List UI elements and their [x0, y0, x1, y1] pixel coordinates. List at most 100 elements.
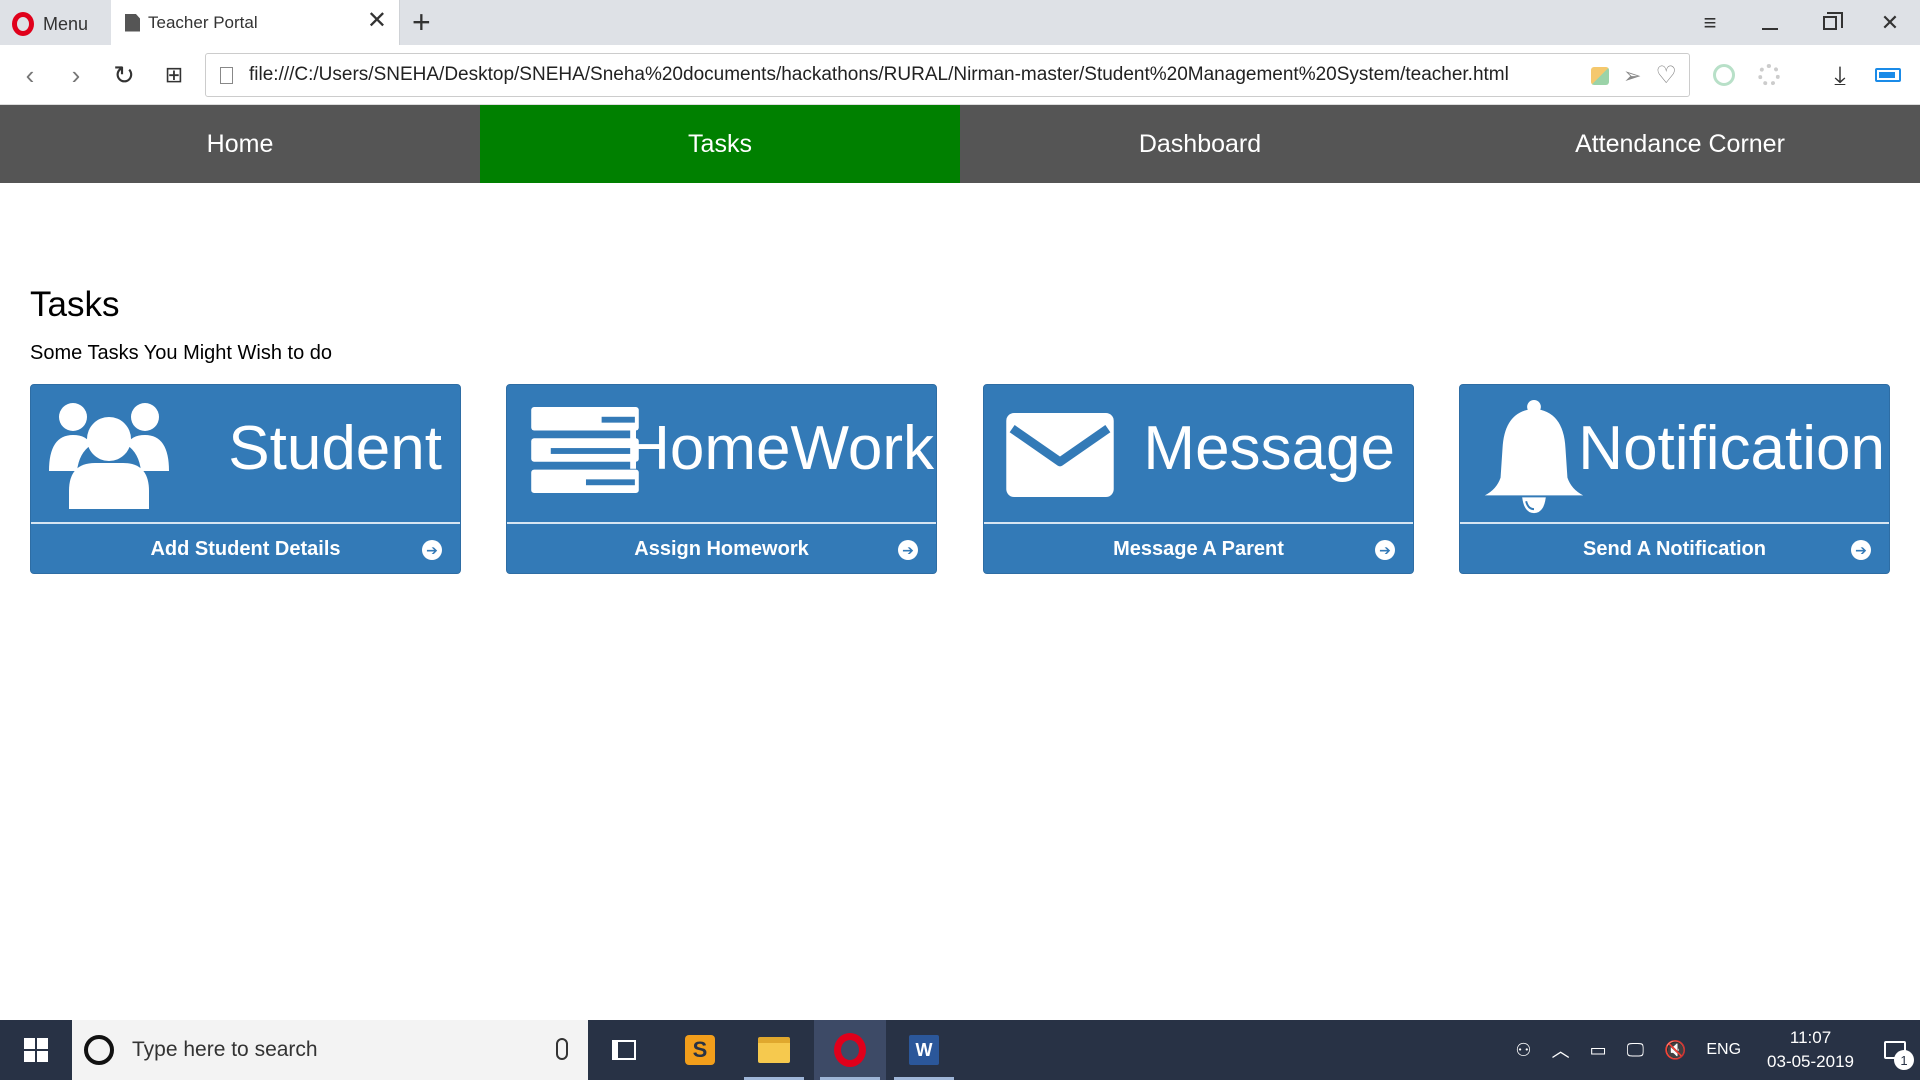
page-icon — [125, 13, 140, 32]
minimize-icon — [1762, 27, 1778, 30]
homework-card: HomeWork Assign Homework ➔ — [506, 384, 937, 574]
extension-button[interactable] — [1710, 61, 1738, 89]
file-explorer-taskbar-app[interactable] — [738, 1020, 810, 1080]
card-header: HomeWork — [507, 385, 936, 522]
tab-close-icon[interactable]: ✕ — [367, 9, 387, 33]
add-student-details-button[interactable]: Add Student Details ➔ — [31, 522, 460, 573]
chevron-up-icon: ︿ — [1551, 1041, 1570, 1061]
start-button[interactable] — [0, 1020, 72, 1080]
reload-button[interactable]: ↻ — [108, 59, 140, 91]
page-info-icon[interactable] — [220, 66, 233, 84]
minimize-button[interactable] — [1740, 0, 1800, 45]
battery-icon — [1875, 68, 1901, 82]
show-hidden-icons-button[interactable]: ︿ — [1542, 1020, 1580, 1080]
send-icon[interactable]: ➢ — [1623, 65, 1641, 87]
clock-time: 11:07 — [1789, 1028, 1832, 1047]
url-text[interactable]: file:///C:/Users/SNEHA/Desktop/SNEHA/Sne… — [249, 64, 1549, 86]
browser-tab[interactable]: Teacher Portal ✕ — [111, 0, 400, 45]
address-bar-row: ‹ › ↻ ⊞ file:///C:/Users/SNEHA/Desktop/S… — [0, 45, 1920, 105]
windows-taskbar: Type here to search S W ⚇ ︿ ▭ 🖵 🔇 ENG 11… — [0, 1020, 1920, 1080]
card-title: Message — [1143, 414, 1395, 483]
task-view-icon — [612, 1040, 636, 1060]
assign-homework-button[interactable]: Assign Homework ➔ — [507, 522, 936, 573]
task-view-button[interactable] — [588, 1020, 660, 1080]
people-button[interactable]: ⚇ — [1505, 1020, 1541, 1080]
extension-ring-icon — [1713, 64, 1735, 86]
opera-logo-icon — [12, 12, 34, 36]
arrow-circle-right-icon: ➔ — [898, 540, 918, 560]
battery-tray-button[interactable]: ▭ — [1580, 1020, 1617, 1080]
action-center-button[interactable]: 1 — [1870, 1020, 1920, 1080]
bell-icon — [1484, 399, 1584, 514]
card-title: Notification — [1578, 414, 1885, 483]
card-header: Student — [31, 385, 460, 522]
battery-saver-button[interactable] — [1874, 61, 1902, 89]
microphone-icon[interactable] — [556, 1038, 568, 1060]
nav-tasks[interactable]: Tasks — [480, 105, 960, 183]
notification-card: Notification Send A Notification ➔ — [1459, 384, 1890, 574]
card-title: Student — [228, 414, 442, 483]
arrow-circle-right-icon: ➔ — [422, 540, 442, 560]
gear-icon — [1758, 64, 1780, 86]
task-cards: Student Add Student Details ➔ HomeWork A… — [30, 384, 1890, 574]
back-button[interactable]: ‹ — [14, 59, 46, 91]
settings-extension-button[interactable] — [1755, 61, 1783, 89]
opera-taskbar-app[interactable] — [814, 1020, 886, 1080]
close-window-button[interactable]: ✕ — [1860, 0, 1920, 45]
extension-cube-icon[interactable] — [1591, 67, 1610, 85]
message-a-parent-button[interactable]: Message A Parent ➔ — [984, 522, 1413, 573]
language-indicator[interactable]: ENG — [1696, 1020, 1751, 1080]
nav-attendance-corner[interactable]: Attendance Corner — [1440, 105, 1920, 183]
new-tab-button[interactable]: + — [412, 6, 431, 38]
clock[interactable]: 11:07 03-05-2019 — [1751, 1026, 1870, 1074]
restore-button[interactable] — [1800, 0, 1860, 45]
opera-menu-button[interactable]: Menu — [12, 10, 88, 38]
page-title: Tasks — [30, 285, 120, 324]
restore-icon — [1823, 11, 1843, 30]
card-action-label: Assign Homework — [634, 538, 809, 560]
arrow-circle-right-icon: ➔ — [1851, 540, 1871, 560]
send-a-notification-button[interactable]: Send A Notification ➔ — [1460, 522, 1889, 573]
volume-button[interactable]: 🔇 — [1654, 1020, 1696, 1080]
heart-icon[interactable]: ♡ — [1655, 64, 1677, 88]
downloads-button[interactable]: ⤓ — [1826, 61, 1854, 89]
opera-icon — [834, 1033, 866, 1067]
speed-dial-button[interactable]: ⊞ — [158, 59, 190, 91]
sublime-text-taskbar-app[interactable]: S — [664, 1020, 736, 1080]
network-icon: 🖵 — [1626, 1039, 1644, 1060]
message-card: Message Message A Parent ➔ — [983, 384, 1414, 574]
search-placeholder: Type here to search — [132, 1038, 318, 1061]
card-action-label: Send A Notification — [1583, 538, 1766, 560]
system-tray: ⚇ ︿ ▭ 🖵 🔇 ENG 11:07 03-05-2019 1 — [1505, 1020, 1920, 1080]
volume-muted-icon: 🔇 — [1663, 1039, 1687, 1060]
users-icon — [49, 403, 169, 509]
tab-menu-icon[interactable]: ≡ — [1680, 0, 1740, 45]
notification-count-badge: 1 — [1894, 1050, 1914, 1070]
top-navigation: Home Tasks Dashboard Attendance Corner — [0, 105, 1920, 183]
card-action-label: Message A Parent — [1113, 538, 1284, 560]
cortana-icon — [84, 1035, 114, 1065]
people-icon: ⚇ — [1515, 1039, 1532, 1060]
url-field[interactable]: file:///C:/Users/SNEHA/Desktop/SNEHA/Sne… — [205, 53, 1690, 97]
nav-home[interactable]: Home — [0, 105, 480, 183]
download-icon: ⤓ — [1834, 60, 1846, 90]
sublime-text-icon: S — [685, 1035, 715, 1065]
url-actions: ➢ ♡ — [1591, 64, 1677, 88]
student-card: Student Add Student Details ➔ — [30, 384, 461, 574]
nav-dashboard[interactable]: Dashboard — [960, 105, 1440, 183]
card-action-label: Add Student Details — [150, 538, 341, 560]
card-header: Message — [984, 385, 1413, 522]
card-header: Notification — [1460, 385, 1889, 522]
battery-tray-icon: ▭ — [1589, 1039, 1607, 1060]
tasks-icon — [531, 407, 639, 494]
folder-icon — [758, 1037, 790, 1063]
card-title: HomeWork — [625, 414, 934, 483]
network-button[interactable]: 🖵 — [1617, 1020, 1654, 1080]
forward-button[interactable]: › — [60, 59, 92, 91]
word-taskbar-app[interactable]: W — [888, 1020, 960, 1080]
taskbar-search-box[interactable]: Type here to search — [72, 1020, 588, 1080]
tab-title: Teacher Portal — [148, 12, 258, 32]
tab-strip: Menu Teacher Portal ✕ + ≡ ✕ — [0, 0, 1920, 45]
envelope-icon — [1006, 413, 1114, 497]
window-controls: ≡ ✕ — [1680, 0, 1920, 45]
